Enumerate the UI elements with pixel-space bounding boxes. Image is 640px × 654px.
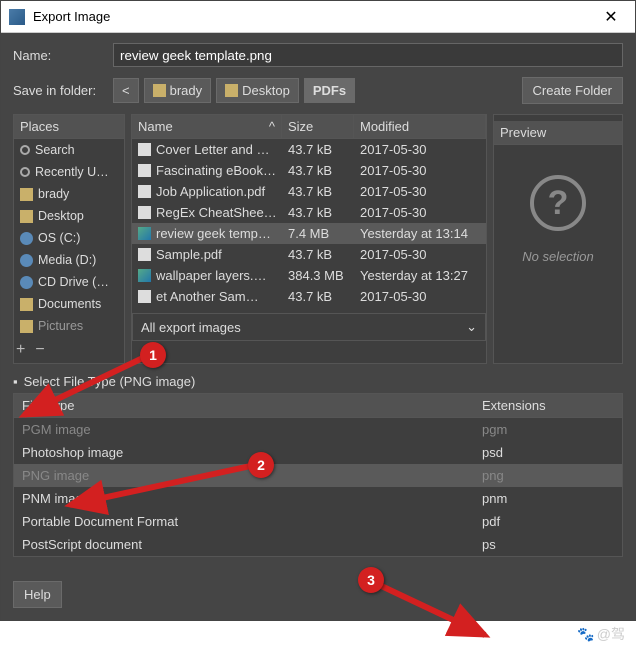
places-item[interactable]: Media (D:) — [14, 249, 124, 271]
file-list-panel: Name^ Size Modified Cover Letter and …43… — [131, 114, 487, 364]
file-type-row[interactable]: Portable Document Formatpdf — [14, 510, 622, 533]
file-row[interactable]: Job Application.pdf43.7 kB2017-05-30 — [132, 181, 486, 202]
ft-header-ext: Extensions — [474, 394, 622, 417]
places-item[interactable]: Documents — [14, 293, 124, 315]
col-header-size[interactable]: Size — [282, 115, 354, 138]
file-row[interactable]: wallpaper layers.…384.3 MBYesterday at 1… — [132, 265, 486, 286]
places-panel: Places SearchRecently U…bradyDesktopOS (… — [13, 114, 125, 364]
save-in-label: Save in folder: — [13, 83, 113, 98]
annotation-3: 3 — [358, 567, 384, 593]
file-icon — [138, 164, 151, 177]
file-row[interactable]: review geek temp…7.4 MBYesterday at 13:1… — [132, 223, 486, 244]
col-header-name[interactable]: Name^ — [132, 115, 282, 138]
search-icon — [20, 145, 30, 155]
clock-icon — [20, 167, 30, 177]
annotation-1: 1 — [140, 342, 166, 368]
watermark: 🐾@驾 — [577, 624, 625, 644]
minus-icon: ▪ — [13, 374, 18, 389]
annotation-2: 2 — [248, 452, 274, 478]
file-icon — [138, 206, 151, 219]
file-type-row[interactable]: PostScript documentps — [14, 533, 622, 556]
disk-icon — [20, 254, 33, 267]
file-type-table: File Type Extensions PGM imagepgmPhotosh… — [13, 393, 623, 557]
question-icon: ? — [530, 175, 586, 231]
img-icon — [138, 227, 151, 240]
window-title: Export Image — [33, 9, 595, 24]
sort-asc-icon: ^ — [269, 119, 275, 134]
breadcrumb-pdfs[interactable]: PDFs — [304, 78, 355, 103]
places-item[interactable]: Search — [14, 139, 124, 161]
file-icon — [138, 185, 151, 198]
folder-icon — [20, 188, 33, 201]
col-header-modified[interactable]: Modified — [354, 115, 486, 138]
select-file-type-toggle[interactable]: ▪ Select File Type (PNG image) — [13, 374, 623, 389]
places-item[interactable]: brady — [14, 183, 124, 205]
file-row[interactable]: Cover Letter and …43.7 kB2017-05-30 — [132, 139, 486, 160]
folder-icon — [20, 298, 33, 311]
file-type-row[interactable]: Photoshop imagepsd — [14, 441, 622, 464]
breadcrumb-back-button[interactable]: < — [113, 78, 139, 103]
breadcrumb-desktop[interactable]: Desktop — [216, 78, 299, 103]
folder-icon — [225, 84, 238, 97]
file-row[interactable]: et Another Sam…43.7 kB2017-05-30 — [132, 286, 486, 307]
help-button[interactable]: Help — [13, 581, 62, 608]
filter-dropdown[interactable]: All export images ⌄ — [132, 313, 486, 341]
chevron-down-icon: ⌄ — [466, 319, 477, 335]
filename-input[interactable] — [113, 43, 623, 67]
places-item[interactable]: CD Drive (… — [14, 271, 124, 293]
places-item[interactable]: Recently U… — [14, 161, 124, 183]
folder-icon — [153, 84, 166, 97]
file-row[interactable]: RegEx CheatShee…43.7 kB2017-05-30 — [132, 202, 486, 223]
app-icon — [9, 9, 25, 25]
add-place-button[interactable]: + — [16, 341, 25, 359]
ft-header-type: File Type — [14, 394, 474, 417]
disk-icon — [20, 232, 33, 245]
create-folder-button[interactable]: Create Folder — [522, 77, 623, 104]
file-type-row[interactable]: PGM imagepgm — [14, 418, 622, 441]
disk-icon — [20, 276, 33, 289]
places-header: Places — [14, 115, 124, 139]
places-item[interactable]: Pictures — [14, 315, 124, 337]
file-type-row[interactable]: PNG imagepng — [14, 464, 622, 487]
file-row[interactable]: Sample.pdf43.7 kB2017-05-30 — [132, 244, 486, 265]
remove-place-button[interactable]: − — [35, 341, 44, 359]
places-item[interactable]: OS (C:) — [14, 227, 124, 249]
breadcrumb-brady[interactable]: brady — [144, 78, 212, 103]
folder-icon — [20, 320, 33, 333]
preview-panel: Preview ? No selection — [493, 114, 623, 364]
folder-icon — [20, 210, 33, 223]
file-type-row[interactable]: PNM imagepnm — [14, 487, 622, 510]
places-item[interactable]: Desktop — [14, 205, 124, 227]
file-row[interactable]: Fascinating eBook…43.7 kB2017-05-30 — [132, 160, 486, 181]
no-selection-text: No selection — [494, 249, 622, 264]
title-bar: Export Image ✕ — [1, 1, 635, 33]
file-icon — [138, 248, 151, 261]
close-icon[interactable]: ✕ — [595, 7, 627, 27]
name-label: Name: — [13, 48, 113, 63]
file-icon — [138, 290, 151, 303]
file-icon — [138, 143, 151, 156]
preview-header: Preview — [494, 121, 622, 145]
img-icon — [138, 269, 151, 282]
